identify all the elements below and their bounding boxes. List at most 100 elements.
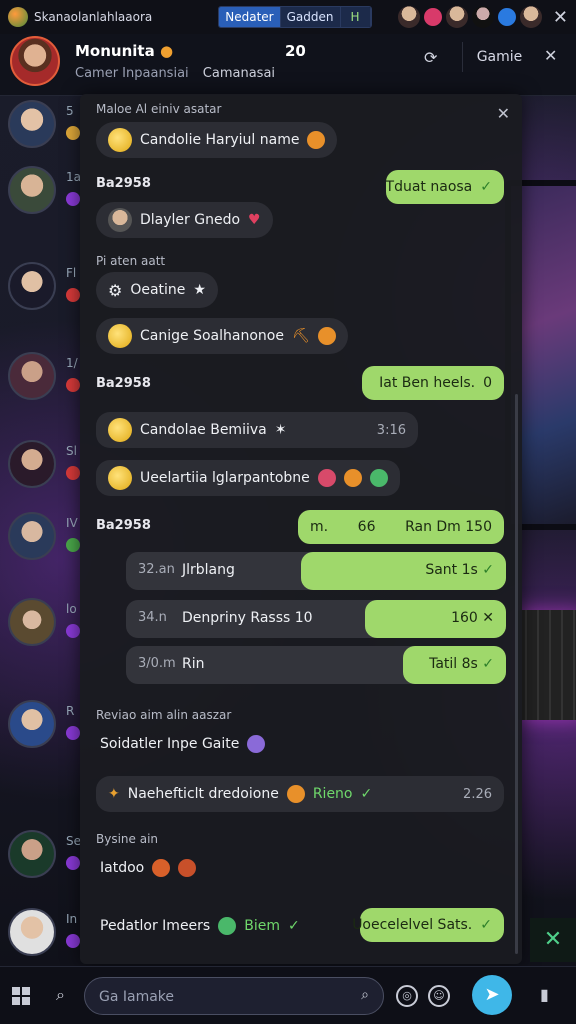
list-item[interactable]: Pedatlor Imeers Biem ✓: [88, 908, 312, 944]
row-value-text: 160: [451, 610, 478, 626]
badge-text: 66: [357, 519, 376, 535]
emoji-icon: [317, 327, 336, 345]
list-item[interactable]: Sl: [8, 440, 88, 496]
avatar[interactable]: [445, 6, 468, 28]
list-item[interactable]: ⚙ Oeatine ★: [96, 272, 218, 308]
avatar: [8, 908, 56, 956]
section-label: Bysine ain: [96, 832, 159, 846]
search-icon[interactable]: ⌕: [56, 985, 65, 1005]
message-text: Candolae Bemiiva: [140, 422, 267, 438]
stats-icon[interactable]: ▮: [540, 985, 549, 1004]
message-text: Naehefticlt dredoione: [127, 786, 279, 802]
message-text: Oeatine: [130, 282, 186, 298]
status-dot-icon: [66, 126, 80, 140]
list-item[interactable]: Candolae Bemiiva ✶ 3:16: [96, 412, 418, 448]
section-label: Reviao aim alin aaszar: [96, 708, 232, 722]
section-label: Ba2958: [96, 518, 151, 533]
status-badge[interactable]: m. 66 Ran Dm 150: [298, 510, 504, 544]
list-item[interactable]: Fl: [8, 262, 88, 318]
contact-name-text: Monunita: [75, 42, 155, 60]
send-button[interactable]: ➤: [472, 975, 512, 1015]
list-item[interactable]: Se: [8, 830, 88, 886]
sync-icon[interactable]: ⟳: [424, 48, 437, 67]
contact-tag: IV: [66, 516, 78, 530]
status-dot-icon[interactable]: [423, 8, 442, 26]
check-icon: ✓: [480, 179, 492, 195]
list-item[interactable]: Candolie Haryiul name: [96, 122, 338, 158]
list-item[interactable]: 1/: [8, 352, 88, 408]
avatar[interactable]: [10, 36, 60, 86]
check-icon: ✓: [482, 656, 494, 672]
tab-gadden[interactable]: Gadden: [280, 7, 341, 27]
close-icon[interactable]: ✕: [544, 46, 557, 65]
table-row[interactable]: 3/0.m Rin Tatil 8s ✓: [126, 646, 506, 684]
list-item[interactable]: lo: [8, 598, 88, 654]
info-dot-icon[interactable]: [497, 8, 516, 26]
emoji-icon: [247, 735, 266, 753]
table-row[interactable]: 32.an Jlrblang Sant 1s ✓: [126, 552, 506, 590]
list-item[interactable]: Iatdoo: [88, 850, 208, 886]
list-item[interactable]: IV: [8, 512, 88, 568]
list-item[interactable]: Canige Soalhanonoe ⛏: [96, 318, 348, 354]
contact-name: Monunita ●: [75, 42, 173, 60]
status-badge[interactable]: Uoecelelvel Sats. ✓: [352, 908, 504, 942]
app-icon[interactable]: [8, 7, 28, 27]
contact-tag: Fl: [66, 266, 77, 280]
avatar: [8, 352, 56, 400]
message-input[interactable]: [99, 986, 349, 1008]
message-text: Soidatler Inpe Gaite: [100, 736, 240, 752]
list-item[interactable]: ✦ Naehefticlt dredoione Rieno ✓ 2.26: [96, 776, 504, 812]
status-badge[interactable]: Tduat naosa ✓: [386, 170, 504, 204]
avatar[interactable]: [519, 6, 542, 28]
close-icon[interactable]: ✕: [497, 104, 510, 123]
contact-tag: Sl: [66, 444, 77, 458]
avatar: [8, 262, 56, 310]
list-item[interactable]: 5: [8, 100, 88, 156]
row-value-text: Sant 1s: [425, 562, 478, 578]
avatar: [8, 598, 56, 646]
search-icon[interactable]: ⌕: [361, 987, 369, 1003]
tab-flag[interactable]: H: [340, 7, 371, 27]
list-item[interactable]: R: [8, 700, 88, 756]
attach-icon[interactable]: ◎: [396, 985, 418, 1007]
list-item[interactable]: 1a: [8, 166, 88, 222]
avatar: [8, 166, 56, 214]
list-item[interactable]: Soidatler Inpe Gaite: [88, 726, 277, 762]
emoji-picker-icon[interactable]: ☺: [428, 985, 450, 1007]
status-badge[interactable]: Iat Ben heels. 0: [362, 366, 504, 400]
status-dot-icon: [66, 378, 80, 392]
status-dot-icon: [66, 288, 80, 302]
close-icon: ✕: [482, 610, 494, 626]
scrollbar[interactable]: [515, 394, 518, 954]
header-count: 20: [285, 42, 306, 60]
tab-nedater[interactable]: Nedater: [219, 7, 281, 27]
list-item[interactable]: In: [8, 908, 88, 964]
background-keyboard: [515, 610, 576, 720]
avatar[interactable]: [397, 6, 420, 28]
section-label: Pi aten aatt: [96, 254, 166, 268]
timestamp: 3/0.m: [138, 656, 176, 671]
check-icon: ✓: [482, 562, 494, 578]
emoji-icon: [218, 917, 237, 935]
badge-text: m.: [310, 519, 329, 535]
subtitle-left: Camer Inpaansiai: [75, 66, 189, 81]
avatar[interactable]: [471, 6, 494, 28]
coin-icon: [108, 324, 132, 348]
avatar: [8, 700, 56, 748]
confirm-check-icon[interactable]: ✕: [530, 918, 576, 962]
tab-group: Nedater Gadden H: [218, 6, 372, 28]
game-button[interactable]: Gamie: [462, 42, 536, 72]
timestamp: 2.26: [463, 786, 492, 802]
emoji-icon: [286, 785, 305, 803]
sparkle-icon: ✶: [274, 422, 287, 438]
list-item[interactable]: Dlayler Gnedo ♥: [96, 202, 273, 238]
close-icon[interactable]: ✕: [553, 7, 568, 28]
composer-bar: ⌕ ⌕ ◎ ☺ ➤ ▮: [0, 966, 576, 1024]
grid-menu-icon[interactable]: [12, 987, 30, 1005]
badge-text: Iat Ben heels.: [379, 375, 476, 391]
subtitle-right[interactable]: Camanasai: [203, 66, 275, 81]
list-item[interactable]: Ueelartiia lglarpantobne: [96, 460, 400, 496]
badge-text: Uoecelelvel Sats.: [352, 917, 473, 933]
table-row[interactable]: 34.n Denpriny Rasss 10 160 ✕: [126, 600, 506, 638]
status-bar: Skanaolanlahlaaora Nedater Gadden H ✕: [0, 0, 576, 34]
